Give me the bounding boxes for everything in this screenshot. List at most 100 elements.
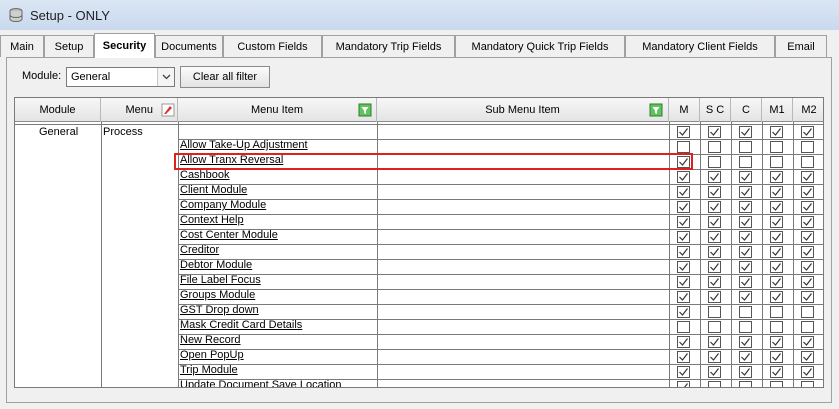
tab-setup[interactable]: Setup <box>44 35 94 57</box>
permission-checkbox[interactable] <box>677 126 690 138</box>
filter-icon[interactable] <box>358 103 372 117</box>
permission-checkbox[interactable] <box>739 366 752 378</box>
menu-item-link[interactable]: Open PopUp <box>180 348 244 362</box>
permission-checkbox[interactable] <box>739 156 752 168</box>
permission-checkbox[interactable] <box>801 171 814 183</box>
permission-checkbox[interactable] <box>708 321 721 333</box>
permission-checkbox[interactable] <box>770 261 783 273</box>
permission-checkbox[interactable] <box>770 216 783 228</box>
tab-email[interactable]: Email <box>775 35 827 57</box>
permission-checkbox[interactable] <box>770 141 783 153</box>
permission-checkbox[interactable] <box>708 201 721 213</box>
permission-checkbox[interactable] <box>801 261 814 273</box>
permission-checkbox[interactable] <box>739 186 752 198</box>
menu-item-link[interactable]: Trip Module <box>180 363 238 377</box>
header-c[interactable]: C <box>731 98 762 122</box>
menu-item-link[interactable]: Mask Credit Card Details <box>180 318 302 332</box>
permission-checkbox[interactable] <box>801 291 814 303</box>
permission-checkbox[interactable] <box>770 321 783 333</box>
header-m2[interactable]: M2 <box>793 98 823 122</box>
permission-checkbox[interactable] <box>677 261 690 273</box>
permission-checkbox[interactable] <box>770 291 783 303</box>
menu-item-link[interactable]: Cost Center Module <box>180 228 278 242</box>
menu-item-link[interactable]: File Label Focus <box>180 273 261 287</box>
permission-checkbox[interactable] <box>770 171 783 183</box>
permission-checkbox[interactable] <box>708 291 721 303</box>
permission-checkbox[interactable] <box>739 336 752 348</box>
permission-checkbox[interactable] <box>708 156 721 168</box>
permission-checkbox[interactable] <box>770 231 783 243</box>
permission-checkbox[interactable] <box>708 381 721 387</box>
permission-checkbox[interactable] <box>708 126 721 138</box>
chevron-down-icon[interactable] <box>157 68 174 86</box>
permission-checkbox[interactable] <box>739 381 752 387</box>
permission-checkbox[interactable] <box>739 231 752 243</box>
permission-checkbox[interactable] <box>677 351 690 363</box>
permission-checkbox[interactable] <box>801 306 814 318</box>
permission-checkbox[interactable] <box>739 261 752 273</box>
menu-item-link[interactable]: Groups Module <box>180 288 255 302</box>
permission-checkbox[interactable] <box>739 306 752 318</box>
permission-checkbox[interactable] <box>801 156 814 168</box>
permission-checkbox[interactable] <box>770 336 783 348</box>
filter-icon[interactable] <box>649 103 663 117</box>
permission-checkbox[interactable] <box>801 186 814 198</box>
permission-checkbox[interactable] <box>677 231 690 243</box>
permission-checkbox[interactable] <box>708 261 721 273</box>
permission-checkbox[interactable] <box>708 216 721 228</box>
menu-item-link[interactable]: New Record <box>180 333 241 347</box>
menu-item-link[interactable]: Debtor Module <box>180 258 252 272</box>
permission-checkbox[interactable] <box>677 186 690 198</box>
permission-checkbox[interactable] <box>770 366 783 378</box>
menu-item-link[interactable]: Context Help <box>180 213 244 227</box>
header-m1[interactable]: M1 <box>762 98 793 122</box>
menu-item-link[interactable]: Client Module <box>180 183 247 197</box>
permission-checkbox[interactable] <box>770 381 783 387</box>
permission-checkbox[interactable] <box>677 336 690 348</box>
permission-checkbox[interactable] <box>677 276 690 288</box>
permission-checkbox[interactable] <box>708 351 721 363</box>
module-select[interactable]: General <box>66 67 175 87</box>
permission-checkbox[interactable] <box>770 306 783 318</box>
permission-checkbox[interactable] <box>708 366 721 378</box>
permission-checkbox[interactable] <box>739 321 752 333</box>
header-sc[interactable]: S C <box>700 98 731 122</box>
permission-checkbox[interactable] <box>677 291 690 303</box>
permission-checkbox[interactable] <box>739 216 752 228</box>
permission-checkbox[interactable] <box>739 351 752 363</box>
permission-checkbox[interactable] <box>801 201 814 213</box>
header-m[interactable]: M <box>669 98 700 122</box>
permission-checkbox[interactable] <box>801 336 814 348</box>
permission-checkbox[interactable] <box>739 291 752 303</box>
permission-checkbox[interactable] <box>770 276 783 288</box>
permission-checkbox[interactable] <box>677 246 690 258</box>
permission-checkbox[interactable] <box>708 306 721 318</box>
permission-checkbox[interactable] <box>708 141 721 153</box>
permission-checkbox[interactable] <box>801 231 814 243</box>
menu-item-link[interactable]: Cashbook <box>180 168 230 182</box>
tab-main[interactable]: Main <box>0 35 44 57</box>
tab-mandatory-trip-fields[interactable]: Mandatory Trip Fields <box>322 35 455 57</box>
permission-checkbox[interactable] <box>801 276 814 288</box>
permission-checkbox[interactable] <box>708 186 721 198</box>
permission-checkbox[interactable] <box>801 216 814 228</box>
permission-checkbox[interactable] <box>770 351 783 363</box>
permission-checkbox[interactable] <box>739 171 752 183</box>
menu-item-link[interactable]: GST Drop down <box>180 303 259 317</box>
permission-checkbox[interactable] <box>708 276 721 288</box>
permission-checkbox[interactable] <box>677 306 690 318</box>
header-module[interactable]: Module <box>15 98 101 122</box>
permission-checkbox[interactable] <box>708 171 721 183</box>
permission-checkbox[interactable] <box>739 246 752 258</box>
menu-item-link[interactable]: Company Module <box>180 198 266 212</box>
header-sub-menu-item[interactable]: Sub Menu Item <box>377 98 669 122</box>
permission-checkbox[interactable] <box>677 321 690 333</box>
header-menu-item[interactable]: Menu Item <box>178 98 377 122</box>
tab-mandatory-quick-trip-fields[interactable]: Mandatory Quick Trip Fields <box>455 35 625 57</box>
permission-checkbox[interactable] <box>801 381 814 387</box>
filter-clear-icon[interactable] <box>161 103 175 117</box>
permission-checkbox[interactable] <box>677 171 690 183</box>
permission-checkbox[interactable] <box>708 231 721 243</box>
clear-all-filter-button[interactable]: Clear all filter <box>180 66 270 88</box>
permission-checkbox[interactable] <box>801 321 814 333</box>
